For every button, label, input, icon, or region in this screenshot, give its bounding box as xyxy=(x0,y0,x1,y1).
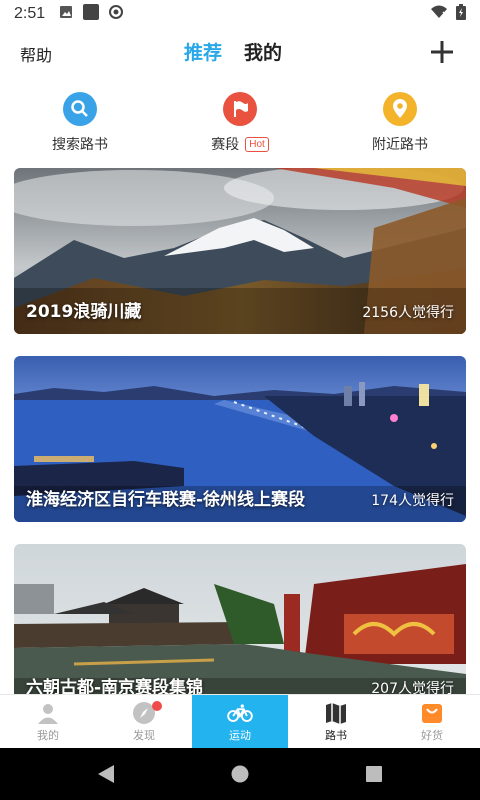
wifi-icon xyxy=(430,5,448,23)
search-routes-button[interactable]: 搜索路书 xyxy=(20,92,140,154)
quick-actions: 搜索路书 赛段 Hot 附近路书 xyxy=(0,92,480,162)
shopping-bag-icon xyxy=(419,701,445,725)
help-link[interactable]: 帮助 xyxy=(20,42,52,66)
bottom-tab-label: 路书 xyxy=(325,729,347,742)
image-notification-icon xyxy=(59,5,73,23)
status-bar: 2:51 xyxy=(0,0,480,28)
tab-recommended[interactable]: 推荐 xyxy=(184,38,222,65)
bottom-tab-mine[interactable]: 我的 xyxy=(0,695,96,749)
bottom-tab-label: 好货 xyxy=(421,729,443,742)
back-icon[interactable] xyxy=(96,764,116,784)
bottom-tab-goods[interactable]: 好货 xyxy=(384,695,480,749)
location-pin-icon xyxy=(383,92,417,126)
bottom-tab-bar: 我的 发现 运动 路书 好货 xyxy=(0,694,480,749)
recents-icon[interactable] xyxy=(364,764,384,784)
bottom-tab-label: 我的 xyxy=(37,729,59,742)
card-like-count: 174人觉得行 xyxy=(371,493,454,509)
person-icon xyxy=(35,701,61,725)
flag-icon xyxy=(223,92,257,126)
status-time: 2:51 xyxy=(14,5,46,22)
home-icon[interactable] xyxy=(230,764,250,784)
card-title: 淮海经济区自行车联赛-徐州线上赛段 xyxy=(26,490,306,510)
bottom-tab-label: 运动 xyxy=(229,729,251,742)
app-screen: 2:51 帮助 推荐 我的 搜索路书 赛段 Hot 附近路书 2019浪骑川藏 … xyxy=(0,0,480,800)
nearby-routes-label: 附近路书 xyxy=(372,137,428,153)
bottom-tab-label: 发现 xyxy=(133,729,155,742)
card-title: 2019浪骑川藏 xyxy=(26,302,142,322)
segments-label: 赛段 xyxy=(211,137,240,153)
card-like-count: 2156人觉得行 xyxy=(362,305,454,321)
search-routes-label: 搜索路书 xyxy=(52,137,108,153)
tab-mine[interactable]: 我的 xyxy=(244,38,282,65)
record-notification-icon xyxy=(109,5,124,23)
nearby-routes-button[interactable]: 附近路书 xyxy=(340,92,460,154)
route-card[interactable]: 六朝古都-南京赛段集锦 207人觉得行 xyxy=(14,544,466,710)
bottom-tab-sport[interactable]: 运动 xyxy=(192,695,288,749)
top-tabs: 推荐 我的 xyxy=(184,38,282,65)
square-notification-icon xyxy=(83,4,100,24)
battery-icon xyxy=(456,4,466,24)
bicycle-icon xyxy=(227,701,253,725)
segments-button[interactable]: 赛段 Hot xyxy=(180,92,300,154)
route-card[interactable]: 淮海经济区自行车联赛-徐州线上赛段 174人觉得行 xyxy=(14,356,466,522)
route-card[interactable]: 2019浪骑川藏 2156人觉得行 xyxy=(14,168,466,334)
hot-badge: Hot xyxy=(245,136,269,152)
map-icon xyxy=(323,701,349,725)
system-navigation-bar xyxy=(0,748,480,800)
search-icon xyxy=(63,92,97,126)
bottom-tab-discover[interactable]: 发现 xyxy=(96,695,192,749)
top-navigation: 帮助 推荐 我的 xyxy=(0,28,480,80)
bottom-tab-routes[interactable]: 路书 xyxy=(288,695,384,749)
notification-dot xyxy=(152,701,162,711)
add-icon[interactable] xyxy=(426,36,458,68)
